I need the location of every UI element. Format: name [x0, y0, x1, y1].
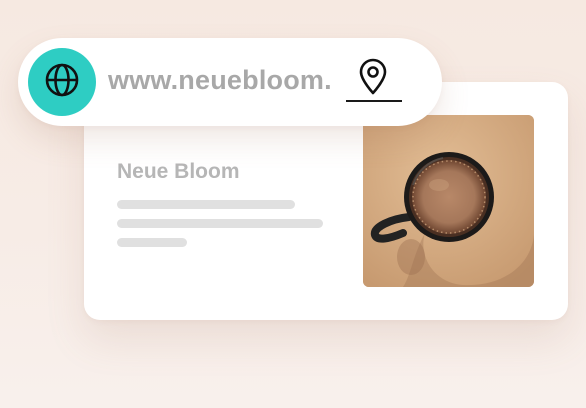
coffee-cup-photo — [363, 115, 534, 287]
text-placeholder-line — [117, 219, 323, 228]
location-underline — [346, 100, 402, 102]
map-pin-icon — [358, 58, 388, 98]
url-text[interactable]: www.neuebloom. — [108, 65, 332, 96]
text-placeholder-line — [117, 238, 187, 247]
address-bar[interactable]: www.neuebloom. — [18, 38, 442, 126]
location-button[interactable] — [356, 58, 390, 98]
globe-icon — [42, 60, 82, 105]
business-name: Neue Bloom — [117, 160, 240, 183]
text-placeholder-line — [117, 200, 295, 209]
globe-button[interactable] — [28, 48, 96, 116]
